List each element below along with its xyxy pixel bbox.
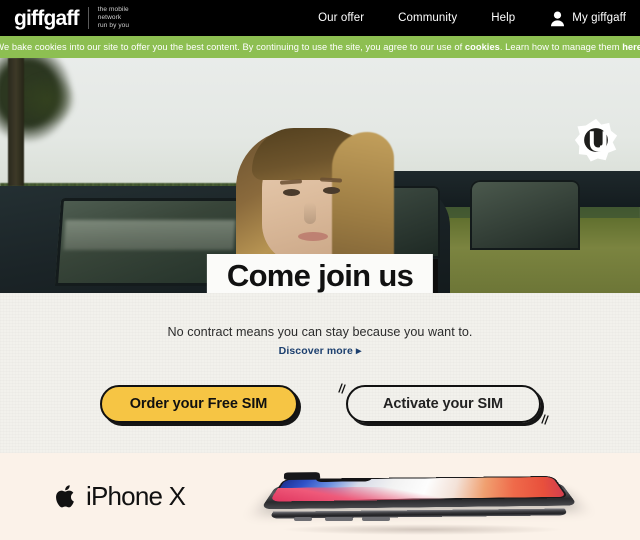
my-giffgaff-label: My giffgaff bbox=[572, 12, 626, 24]
cookies-link[interactable]: cookies bbox=[465, 42, 500, 52]
hero-person-mouth bbox=[298, 232, 328, 241]
sparkle-icon-bottom-right bbox=[538, 414, 550, 426]
hero-car-rear-window bbox=[470, 180, 580, 250]
promo-section: No contract means you can stay because y… bbox=[0, 293, 640, 453]
main-navigation: Our offer Community Help My giffgaff bbox=[318, 10, 640, 27]
iphone-mute-switch bbox=[294, 517, 312, 521]
promo-tagline: No contract means you can stay because y… bbox=[167, 325, 473, 339]
hero-tree-foliage-secondary bbox=[18, 74, 76, 126]
order-free-sim-label: Order your Free SIM bbox=[129, 396, 268, 412]
iphone-product-label: iPhone X bbox=[0, 481, 186, 512]
iphone-volume-up-button bbox=[325, 517, 353, 521]
iphone-screen bbox=[269, 476, 570, 502]
nav-help[interactable]: Help bbox=[491, 12, 515, 24]
iphone-notch bbox=[283, 472, 321, 480]
order-free-sim-button[interactable]: Order your Free SIM bbox=[99, 385, 298, 423]
brand-divider bbox=[87, 7, 89, 29]
hero-banner: Come join us bbox=[0, 58, 640, 293]
cookie-text-before: We bake cookies into our site to offer y… bbox=[0, 42, 465, 52]
activate-sim-button[interactable]: Activate your SIM bbox=[337, 383, 549, 425]
iphone-volume-down-button bbox=[362, 517, 390, 521]
hero-headline-text: Come join us bbox=[226, 258, 414, 293]
hero-tree-trunk bbox=[8, 58, 24, 186]
iphone-product-image bbox=[260, 467, 580, 539]
brand-tagline: the mobile network run by you bbox=[97, 6, 130, 29]
hero-person-eye-right bbox=[323, 187, 340, 194]
starburst-u-badge bbox=[574, 118, 618, 162]
hero-headline-card: Come join us bbox=[206, 254, 434, 293]
cookie-text-middle: . Learn how to manage them bbox=[499, 42, 623, 52]
iphone-side-edge bbox=[268, 508, 570, 519]
iphone-promo-section: iPhone X bbox=[0, 453, 640, 540]
brand-logo[interactable]: giffgaff the mobile network run by you bbox=[0, 6, 129, 30]
cookie-consent-banner: We bake cookies into our site to offer y… bbox=[0, 36, 640, 58]
discover-more-link[interactable]: Discover more ▸ bbox=[279, 345, 362, 357]
cookie-banner-text: We bake cookies into our site to offer y… bbox=[0, 42, 640, 52]
nav-community[interactable]: Community bbox=[398, 12, 457, 24]
sparkle-icon-top-left bbox=[337, 382, 349, 394]
hero-person-nose bbox=[304, 202, 316, 224]
iphone-product-name: iPhone X bbox=[86, 481, 186, 511]
iphone-drop-shadow bbox=[280, 524, 564, 535]
apple-logo-icon bbox=[56, 484, 77, 509]
hero-person-eye-left bbox=[283, 189, 300, 196]
activate-sim-label: Activate your SIM bbox=[383, 396, 503, 412]
brand-wordmark: giffgaff bbox=[14, 6, 80, 30]
nav-our-offer[interactable]: Our offer bbox=[318, 12, 364, 24]
cta-button-row: Order your Free SIM Activate your SIM bbox=[0, 383, 640, 425]
user-avatar-icon bbox=[549, 10, 566, 27]
giffgaff-homepage: giffgaff the mobile network run by you O… bbox=[0, 0, 640, 540]
site-header: giffgaff the mobile network run by you O… bbox=[0, 0, 640, 36]
here-link[interactable]: here bbox=[622, 42, 640, 52]
my-giffgaff-account-link[interactable]: My giffgaff bbox=[549, 10, 626, 27]
